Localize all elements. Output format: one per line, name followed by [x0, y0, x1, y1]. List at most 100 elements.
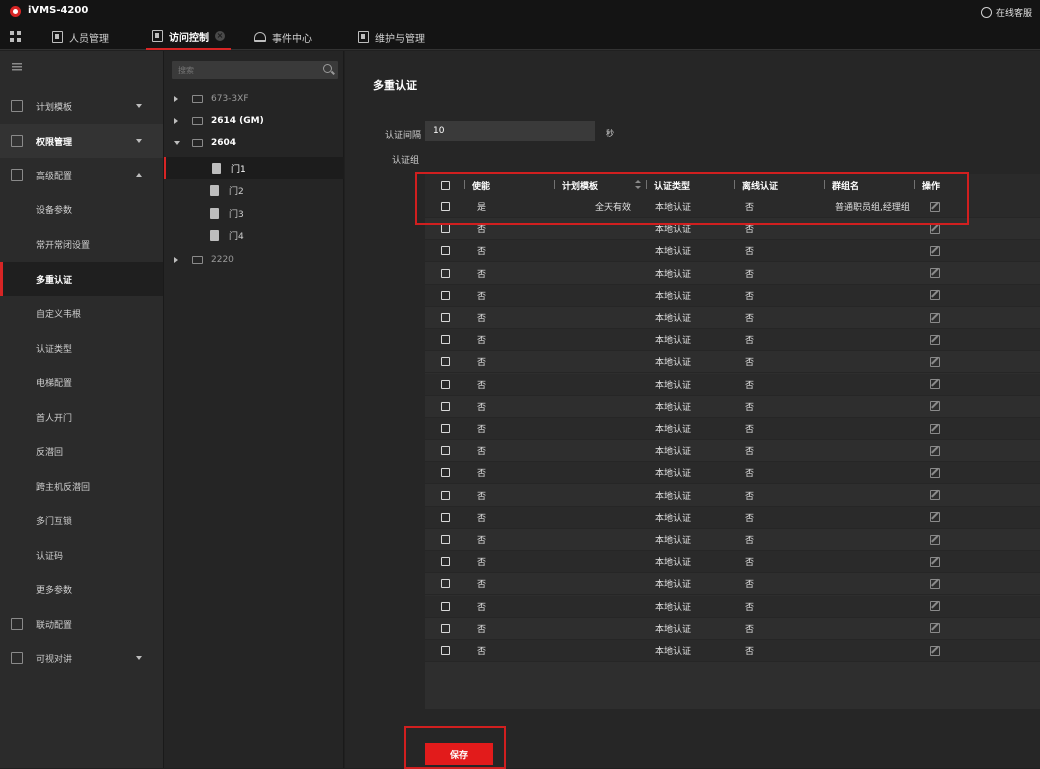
edit-icon[interactable]: [930, 401, 940, 412]
menu-toggle-icon[interactable]: [12, 63, 22, 71]
row-checkbox[interactable]: [441, 551, 450, 572]
sort-icon[interactable]: [635, 180, 641, 190]
sidebar-item-first-person-open[interactable]: 首人开门: [0, 400, 163, 434]
row-checkbox[interactable]: [441, 263, 450, 284]
row-checkbox[interactable]: [441, 418, 450, 439]
select-all-checkbox[interactable]: [441, 174, 450, 196]
table-row[interactable]: 否 本地认证 否: [425, 551, 1040, 574]
row-checkbox[interactable]: [441, 374, 450, 395]
row-checkbox[interactable]: [441, 596, 450, 617]
column-header-schedule[interactable]: | 计划模板: [553, 174, 598, 196]
sidebar-item-schedule-template[interactable]: 计划模板: [0, 89, 163, 123]
edit-icon[interactable]: [930, 379, 940, 390]
sidebar-item-advanced-config[interactable]: 高级配置: [0, 158, 163, 192]
collapse-arrow-icon[interactable]: [174, 141, 180, 145]
table-row[interactable]: 否 本地认证 否: [425, 240, 1040, 263]
column-header-auth-type[interactable]: | 认证类型: [635, 174, 690, 196]
tab-maintenance[interactable]: 维护与管理: [352, 24, 431, 50]
tree-node-device[interactable]: 673-3XF: [164, 88, 344, 110]
sidebar-item-video-intercom[interactable]: 可视对讲: [0, 641, 163, 675]
tree-node-door[interactable]: 门2: [164, 179, 344, 201]
row-checkbox[interactable]: [441, 285, 450, 306]
tree-node-door[interactable]: 门4: [164, 224, 344, 246]
tree-node-device[interactable]: 2220: [164, 249, 344, 271]
row-checkbox[interactable]: [441, 507, 450, 528]
row-checkbox[interactable]: [441, 573, 450, 594]
table-row[interactable]: 是 全天有效 本地认证 否 普通职员组,经理组: [425, 196, 1040, 218]
table-row[interactable]: 否 本地认证 否: [425, 595, 1040, 618]
edit-icon[interactable]: [930, 423, 940, 434]
auth-interval-input[interactable]: [425, 121, 595, 141]
row-checkbox[interactable]: [441, 640, 450, 661]
save-button[interactable]: 保存: [425, 743, 493, 765]
edit-icon[interactable]: [930, 556, 940, 567]
sidebar-item-multi-authentication[interactable]: 多重认证: [0, 262, 163, 296]
table-row[interactable]: 否 本地认证 否: [425, 218, 1040, 241]
table-row[interactable]: 否 本地认证 否: [425, 396, 1040, 418]
row-checkbox[interactable]: [441, 396, 450, 417]
tab-event-center[interactable]: 事件中心: [248, 24, 318, 50]
column-header-group-name[interactable]: | 群组名: [823, 174, 859, 196]
sidebar-item-auth-code[interactable]: 认证码: [0, 538, 163, 572]
table-row[interactable]: 否 本地认证 否: [425, 263, 1040, 285]
edit-icon[interactable]: [930, 312, 940, 323]
sidebar-item-more-params[interactable]: 更多参数: [0, 572, 163, 606]
table-row[interactable]: 否 本地认证 否: [425, 418, 1040, 440]
sidebar-item-normally-open-close[interactable]: 常开常闭设置: [0, 227, 163, 261]
edit-icon[interactable]: [930, 601, 940, 612]
row-checkbox[interactable]: [441, 329, 450, 350]
expand-arrow-icon[interactable]: [174, 118, 178, 124]
edit-icon[interactable]: [930, 268, 940, 279]
edit-icon[interactable]: [930, 578, 940, 589]
row-checkbox[interactable]: [441, 529, 450, 550]
table-row[interactable]: 否 本地认证 否: [425, 284, 1040, 307]
row-checkbox[interactable]: [441, 618, 450, 639]
row-checkbox[interactable]: [441, 196, 450, 217]
row-checkbox[interactable]: [441, 440, 450, 461]
sidebar-item-auth-type[interactable]: 认证类型: [0, 331, 163, 365]
app-grid-icon[interactable]: [10, 31, 21, 42]
table-row[interactable]: 否 本地认证 否: [425, 307, 1040, 329]
device-search-input[interactable]: [172, 61, 317, 79]
expand-arrow-icon[interactable]: [174, 96, 178, 102]
row-checkbox[interactable]: [441, 351, 450, 372]
edit-icon[interactable]: [930, 445, 940, 456]
sidebar-item-cross-host-anti-passback[interactable]: 跨主机反潜回: [0, 469, 163, 503]
search-icon[interactable]: [323, 64, 332, 73]
table-row[interactable]: 否 本地认证 否: [425, 573, 1040, 596]
table-row[interactable]: 否 本地认证 否: [425, 462, 1040, 485]
tree-node-device[interactable]: 2614 (GM): [164, 110, 344, 132]
sidebar-item-multi-door-interlock[interactable]: 多门互锁: [0, 503, 163, 537]
column-header-offline-auth[interactable]: | 离线认证: [733, 174, 778, 196]
sidebar-item-permission-management[interactable]: 权限管理: [0, 124, 163, 158]
tab-access-control[interactable]: 访问控制 ×: [146, 24, 231, 50]
table-row[interactable]: 否 本地认证 否: [425, 373, 1040, 396]
row-checkbox[interactable]: [441, 218, 450, 239]
row-checkbox[interactable]: [441, 462, 450, 483]
tree-node-door[interactable]: 门1: [164, 157, 344, 179]
sidebar-item-anti-passback[interactable]: 反潜回: [0, 434, 163, 468]
table-row[interactable]: 否 本地认证 否: [425, 618, 1040, 640]
tree-node-door[interactable]: 门3: [164, 202, 344, 224]
row-checkbox[interactable]: [441, 307, 450, 328]
edit-icon[interactable]: [930, 534, 940, 545]
sidebar-item-elevator-config[interactable]: 电梯配置: [0, 365, 163, 399]
tab-person-management[interactable]: 人员管理: [46, 24, 115, 50]
edit-icon[interactable]: [930, 512, 940, 523]
table-row[interactable]: 否 本地认证 否: [425, 529, 1040, 551]
edit-icon[interactable]: [930, 645, 940, 656]
table-row[interactable]: 否 本地认证 否: [425, 506, 1040, 529]
sidebar-item-device-params[interactable]: 设备参数: [0, 192, 163, 226]
column-header-enable[interactable]: | 使能: [463, 174, 490, 196]
edit-icon[interactable]: [930, 467, 940, 478]
online-service-button[interactable]: 在线客服: [980, 5, 1032, 20]
table-row[interactable]: 否 本地认证 否: [425, 485, 1040, 507]
edit-icon[interactable]: [930, 201, 940, 212]
edit-icon[interactable]: [930, 356, 940, 367]
edit-icon[interactable]: [930, 334, 940, 345]
sidebar-item-linkage-config[interactable]: 联动配置: [0, 607, 163, 641]
expand-arrow-icon[interactable]: [174, 257, 178, 263]
close-tab-icon[interactable]: ×: [215, 31, 225, 41]
sidebar-item-custom-wiegand[interactable]: 自定义韦根: [0, 296, 163, 330]
edit-icon[interactable]: [930, 223, 940, 234]
